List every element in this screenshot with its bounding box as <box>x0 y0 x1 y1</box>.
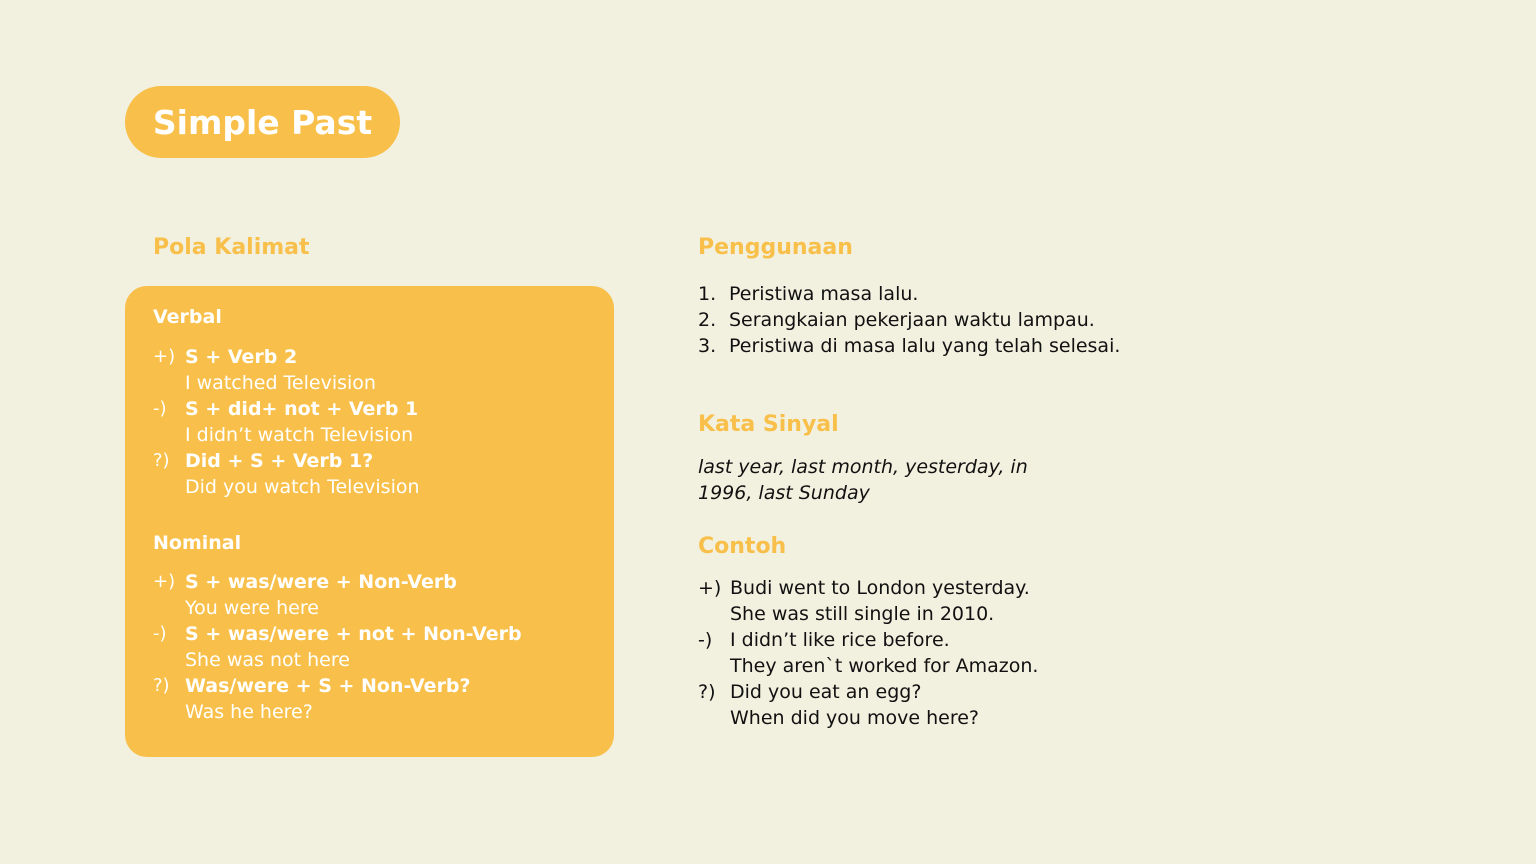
pola-kalimat-heading: Pola Kalimat <box>153 235 310 260</box>
pattern-example: I watched Television <box>185 372 376 394</box>
usage-item: 1. Peristiwa masa lalu. <box>698 281 1120 307</box>
example-item: ?) Did you eat an egg? When did you move… <box>698 679 1038 731</box>
pattern-example: Was he here? <box>185 701 313 723</box>
pattern-item: +) S + was/were + Non-Verb You were here <box>153 569 522 621</box>
positive-marker: +) <box>153 571 176 592</box>
usage-text: Serangkaian pekerjaan waktu lampau. <box>729 309 1095 331</box>
negative-marker: -) <box>153 623 167 644</box>
pattern-item: +) S + Verb 2 I watched Television <box>153 344 420 396</box>
pattern-example: Did you watch Television <box>185 476 420 498</box>
question-marker: ?) <box>153 675 170 696</box>
usage-item: 2. Serangkaian pekerjaan waktu lampau. <box>698 307 1120 333</box>
verbal-pattern-list: +) S + Verb 2 I watched Television -) S … <box>153 344 420 500</box>
usage-text: Peristiwa di masa lalu yang telah selesa… <box>729 335 1121 357</box>
nominal-heading: Nominal <box>153 532 242 554</box>
usage-list: 1. Peristiwa masa lalu. 2. Serangkaian p… <box>698 281 1120 359</box>
pattern-formula: Was/were + S + Non-Verb? <box>185 675 471 697</box>
example-lines: Budi went to London yesterday. She was s… <box>730 575 1030 627</box>
example-sentence: They aren`t worked for Amazon. <box>730 655 1039 677</box>
pattern-formula: Did + S + Verb 1? <box>185 450 374 472</box>
pattern-example: I didn’t watch Television <box>185 424 414 446</box>
positive-marker: +) <box>698 577 722 599</box>
pattern-item: -) S + did+ not + Verb 1 I didn’t watch … <box>153 396 420 448</box>
pattern-formula: S + did+ not + Verb 1 <box>185 398 419 420</box>
page-title: Simple Past <box>152 102 373 142</box>
usage-text: Peristiwa masa lalu. <box>729 283 919 305</box>
usage-number: 1. <box>698 283 717 305</box>
title-pill: Simple Past <box>125 86 400 158</box>
penggunaan-heading: Penggunaan <box>698 235 853 260</box>
usage-number: 3. <box>698 335 717 357</box>
pattern-item: ?) Was/were + S + Non-Verb? Was he here? <box>153 673 522 725</box>
pattern-item: -) S + was/were + not + Non-Verb She was… <box>153 621 522 673</box>
example-lines: Did you eat an egg? When did you move he… <box>730 679 979 731</box>
pattern-formula: S + Verb 2 <box>185 346 298 368</box>
pattern-lines: S + was/were + Non-Verb You were here <box>185 569 457 621</box>
pattern-formula: S + was/were + not + Non-Verb <box>185 623 522 645</box>
pattern-lines: Was/were + S + Non-Verb? Was he here? <box>185 673 471 725</box>
question-marker: ?) <box>153 450 170 471</box>
pattern-lines: Did + S + Verb 1? Did you watch Televisi… <box>185 448 420 500</box>
usage-number: 2. <box>698 309 717 331</box>
negative-marker: -) <box>153 398 167 419</box>
positive-marker: +) <box>153 346 176 367</box>
usage-item: 3. Peristiwa di masa lalu yang telah sel… <box>698 333 1120 359</box>
signal-words: last year, last month, yesterday, in 199… <box>698 456 1028 504</box>
pattern-lines: S + did+ not + Verb 1 I didn’t watch Tel… <box>185 396 418 448</box>
pattern-lines: S + Verb 2 I watched Television <box>185 344 376 396</box>
example-item: -) I didn’t like rice before. They aren`… <box>698 627 1038 679</box>
example-list: +) Budi went to London yesterday. She wa… <box>698 575 1038 731</box>
example-sentence: When did you move here? <box>730 707 979 729</box>
example-item: +) Budi went to London yesterday. She wa… <box>698 575 1038 627</box>
negative-marker: -) <box>698 629 713 651</box>
nominal-pattern-list: +) S + was/were + Non-Verb You were here… <box>153 569 522 725</box>
example-sentence: Budi went to London yesterday. <box>730 577 1030 599</box>
example-sentence: She was still single in 2010. <box>730 603 995 625</box>
pattern-item: ?) Did + S + Verb 1? Did you watch Telev… <box>153 448 420 500</box>
pattern-box: Verbal +) S + Verb 2 I watched Televisio… <box>125 286 614 757</box>
pattern-formula: S + was/were + Non-Verb <box>185 571 457 593</box>
contoh-heading: Contoh <box>698 534 787 559</box>
pattern-example: She was not here <box>185 649 350 671</box>
question-marker: ?) <box>698 681 716 703</box>
example-lines: I didn’t like rice before. They aren`t w… <box>730 627 1038 679</box>
kata-sinyal-heading: Kata Sinyal <box>698 412 839 437</box>
verbal-heading: Verbal <box>153 306 222 328</box>
pattern-example: You were here <box>185 597 319 619</box>
example-sentence: I didn’t like rice before. <box>730 629 950 651</box>
example-sentence: Did you eat an egg? <box>730 681 922 703</box>
pattern-lines: S + was/were + not + Non-Verb She was no… <box>185 621 522 673</box>
